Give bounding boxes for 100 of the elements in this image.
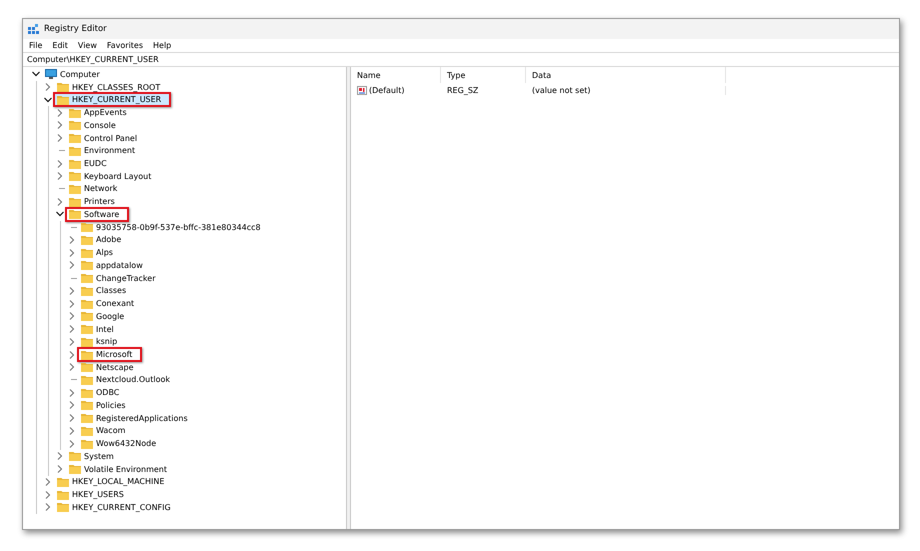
tree-item[interactable]: Control Panel	[65, 132, 142, 144]
tree-item[interactable]: Software	[65, 206, 130, 222]
tree-item[interactable]: Keyboard Layout	[65, 170, 156, 182]
tree-item[interactable]: Adobe	[77, 234, 126, 246]
tree-item[interactable]: Volatile Environment	[65, 463, 171, 476]
tree-item[interactable]: ksnip	[77, 336, 122, 348]
folder-icon	[57, 82, 69, 92]
tree-item[interactable]: Google	[77, 310, 128, 322]
tree-item[interactable]: HKEY_CURRENT_USER	[53, 92, 172, 108]
chevron-right-icon[interactable]	[68, 440, 76, 448]
tree-item[interactable]: ODBC	[77, 386, 124, 399]
folder-icon	[81, 286, 93, 296]
chevron-right-icon[interactable]	[56, 465, 64, 474]
folder-icon	[69, 108, 81, 118]
tree-item[interactable]: System	[65, 450, 118, 462]
folder-icon	[69, 196, 81, 207]
folder-icon	[81, 222, 93, 232]
chevron-right-icon[interactable]	[68, 363, 76, 372]
tree-item[interactable]: Wacom	[77, 424, 130, 437]
chevron-right-icon[interactable]	[44, 83, 52, 92]
tree-item[interactable]: Printers	[65, 196, 119, 208]
tree-item[interactable]: Computer	[41, 68, 104, 80]
chevron-right-icon[interactable]	[68, 414, 76, 422]
chevron-down-icon[interactable]	[56, 210, 64, 218]
chevron-right-icon[interactable]	[56, 134, 64, 142]
folder-icon	[57, 476, 69, 487]
chevron-right-icon[interactable]	[68, 261, 76, 270]
folder-icon	[57, 490, 69, 500]
tree-item[interactable]: Wow6432Node	[77, 438, 160, 450]
menu-item[interactable]: View	[76, 41, 98, 50]
chevron-down-icon[interactable]	[44, 96, 52, 104]
folder-icon	[81, 374, 93, 385]
folder-icon	[69, 184, 81, 194]
tree-item[interactable]: Policies	[77, 399, 130, 412]
folder-icon	[57, 502, 69, 512]
tree-item[interactable]: appdatalow	[77, 259, 147, 272]
chevron-right-icon[interactable]	[68, 248, 76, 257]
folder-icon	[81, 260, 93, 270]
chevron-down-icon[interactable]	[32, 70, 40, 78]
tree-item[interactable]: Conexant	[77, 298, 138, 310]
chevron-right-icon[interactable]	[68, 350, 76, 359]
column-header[interactable]: Data	[526, 67, 726, 83]
chevron-right-icon[interactable]	[68, 236, 76, 244]
folder-icon	[69, 209, 81, 220]
tree-item[interactable]: Network	[65, 182, 122, 195]
folder-icon	[69, 464, 81, 474]
folder-icon	[69, 133, 81, 144]
tree-item[interactable]: Microsoft	[77, 347, 142, 362]
tree-item[interactable]: HKEY_USERS	[53, 488, 128, 501]
tree-item[interactable]: EUDC	[65, 158, 111, 170]
tree-item[interactable]: Netscape	[77, 361, 138, 374]
folder-icon	[81, 388, 93, 398]
chevron-right-icon[interactable]	[68, 401, 76, 410]
folder-icon	[81, 298, 93, 309]
folder-icon	[81, 324, 93, 334]
folder-icon	[81, 350, 93, 360]
chevron-right-icon[interactable]	[68, 388, 76, 397]
tree-item[interactable]: Classes	[77, 284, 130, 297]
menu-item[interactable]: File	[28, 41, 44, 50]
chevron-right-icon[interactable]	[68, 325, 76, 334]
tree-item[interactable]: Environment	[65, 144, 140, 157]
tree-item[interactable]: Intel	[77, 323, 118, 336]
chevron-right-icon[interactable]	[68, 300, 76, 308]
tree-item[interactable]: Console	[65, 119, 120, 132]
chevron-right-icon[interactable]	[68, 286, 76, 295]
column-header[interactable]: Type	[441, 67, 526, 83]
chevron-right-icon[interactable]	[56, 108, 64, 117]
chevron-right-icon[interactable]	[56, 160, 64, 168]
tree-item[interactable]: HKEY_LOCAL_MACHINE	[53, 476, 168, 488]
chevron-right-icon[interactable]	[56, 452, 64, 460]
registry-cubes-icon	[28, 24, 39, 34]
chevron-right-icon[interactable]	[56, 198, 64, 206]
menu-item[interactable]: Favorites	[106, 41, 144, 50]
chevron-right-icon[interactable]	[68, 312, 76, 320]
menu-item[interactable]: Edit	[51, 41, 69, 50]
tree-item[interactable]: AppEvents	[65, 106, 131, 119]
tree-item[interactable]: Alps	[77, 246, 117, 259]
folder-icon	[69, 451, 81, 462]
column-header[interactable]: Name	[351, 67, 441, 83]
folder-icon	[81, 362, 93, 372]
chevron-right-icon[interactable]	[56, 121, 64, 130]
tree-item[interactable]: ChangeTracker	[77, 272, 160, 284]
tree-item[interactable]: RegisteredApplications	[77, 412, 192, 424]
tree-item[interactable]: HKEY_CURRENT_CONFIG	[53, 501, 175, 514]
folder-icon	[69, 146, 81, 156]
folder-icon	[81, 234, 93, 245]
chevron-right-icon[interactable]	[68, 426, 76, 435]
chevron-right-icon[interactable]	[44, 503, 52, 512]
address-field[interactable]: Computer\HKEY_CURRENT_USER	[23, 52, 899, 67]
chevron-right-icon[interactable]	[68, 338, 76, 346]
chevron-right-icon[interactable]	[44, 478, 52, 486]
tree-item[interactable]: 93035758-0b9f-537e-bffc-381e80344cc8	[77, 221, 265, 234]
tree-item[interactable]: Nextcloud.Outlook	[77, 374, 174, 386]
folder-icon	[81, 248, 93, 258]
menu-item[interactable]: Help	[152, 41, 172, 50]
chevron-right-icon[interactable]	[44, 490, 52, 499]
chevron-right-icon[interactable]	[56, 172, 64, 180]
tree-item[interactable]: HKEY_CLASSES_ROOT	[53, 81, 164, 94]
folder-icon	[81, 438, 93, 449]
computer-icon	[45, 69, 57, 80]
